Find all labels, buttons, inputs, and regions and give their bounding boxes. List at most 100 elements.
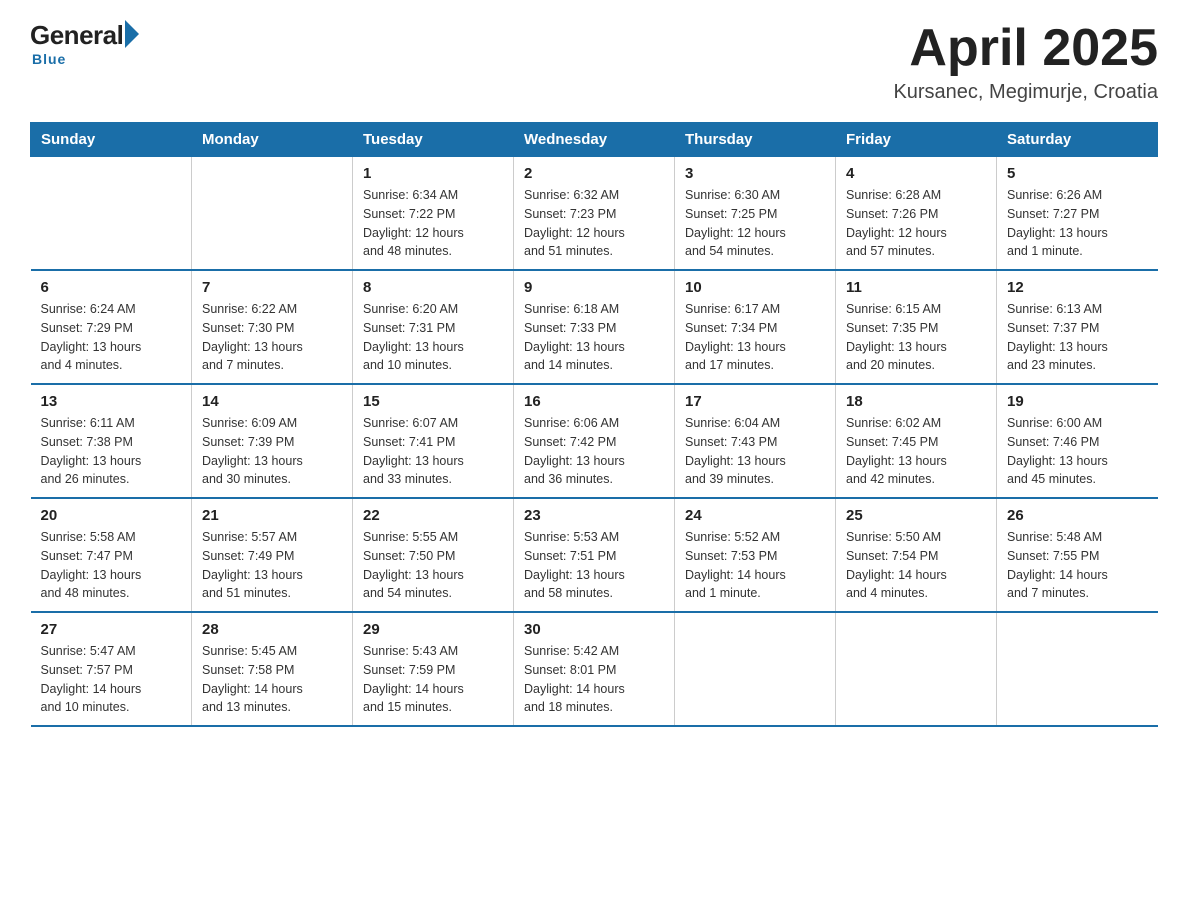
- day-number: 16: [524, 393, 664, 410]
- day-number: 6: [41, 279, 182, 296]
- day-info: Sunrise: 5:50 AM Sunset: 7:54 PM Dayligh…: [846, 528, 986, 603]
- logo: General Blue: [30, 20, 139, 67]
- day-number: 7: [202, 279, 342, 296]
- calendar-cell: 21Sunrise: 5:57 AM Sunset: 7:49 PM Dayli…: [192, 498, 353, 612]
- day-number: 25: [846, 507, 986, 524]
- day-number: 8: [363, 279, 503, 296]
- day-number: 21: [202, 507, 342, 524]
- calendar-cell: [675, 612, 836, 726]
- calendar-cell: 22 Sunrise: 5:55 AM Sunset: 7:50 PM Dayli…: [353, 498, 514, 612]
- calendar-cell: 13 Sunrise: 6:11 AM Sunset: 7:38 PM Dayli…: [31, 384, 192, 498]
- day-info: Sunrise: 6:07 AM Sunset: 7:41 PM Dayligh…: [363, 414, 503, 489]
- day-info: Sunrise: 6:32 AM Sunset: 7:23 PM Dayligh…: [524, 186, 664, 261]
- calendar-header-thursday: Thursday: [675, 123, 836, 157]
- calendar-cell: 12Sunrise: 6:13 AM Sunset: 7:37 PM Dayli…: [997, 270, 1158, 384]
- calendar-cell: 15 Sunrise: 6:07 AM Sunset: 7:41 PM Dayli…: [353, 384, 514, 498]
- day-number: 15: [363, 393, 503, 410]
- calendar-cell: 26 Sunrise: 5:48 AM Sunset: 7:55 PM Dayli…: [997, 498, 1158, 612]
- day-number: 4: [846, 165, 986, 182]
- calendar-header-saturday: Saturday: [997, 123, 1158, 157]
- logo-general-text: General: [30, 20, 123, 51]
- day-number: 12: [1007, 279, 1148, 296]
- day-info: Sunrise: 6:28 AM Sunset: 7:26 PM Dayligh…: [846, 186, 986, 261]
- calendar-cell: 29Sunrise: 5:43 AM Sunset: 7:59 PM Dayli…: [353, 612, 514, 726]
- day-info: Sunrise: 6:30 AM Sunset: 7:25 PM Dayligh…: [685, 186, 825, 261]
- day-number: 19: [1007, 393, 1148, 410]
- day-info: Sunrise: 6:15 AM Sunset: 7:35 PM Dayligh…: [846, 300, 986, 375]
- calendar-cell: 28 Sunrise: 5:45 AM Sunset: 7:58 PM Dayli…: [192, 612, 353, 726]
- day-info: Sunrise: 6:09 AM Sunset: 7:39 PM Dayligh…: [202, 414, 342, 489]
- calendar-cell: 11 Sunrise: 6:15 AM Sunset: 7:35 PM Dayli…: [836, 270, 997, 384]
- calendar-cell: 14 Sunrise: 6:09 AM Sunset: 7:39 PM Dayli…: [192, 384, 353, 498]
- calendar-header-sunday: Sunday: [31, 123, 192, 157]
- calendar-cell: 30 Sunrise: 5:42 AM Sunset: 8:01 PM Dayli…: [514, 612, 675, 726]
- day-number: 3: [685, 165, 825, 182]
- calendar-cell: 19 Sunrise: 6:00 AM Sunset: 7:46 PM Dayli…: [997, 384, 1158, 498]
- calendar-cell: 4 Sunrise: 6:28 AM Sunset: 7:26 PM Daylig…: [836, 157, 997, 271]
- calendar-cell: 17 Sunrise: 6:04 AM Sunset: 7:43 PM Dayli…: [675, 384, 836, 498]
- day-info: Sunrise: 6:34 AM Sunset: 7:22 PM Dayligh…: [363, 186, 503, 261]
- day-number: 1: [363, 165, 503, 182]
- day-info: Sunrise: 6:18 AM Sunset: 7:33 PM Dayligh…: [524, 300, 664, 375]
- day-number: 24: [685, 507, 825, 524]
- day-info: Sunrise: 5:53 AM Sunset: 7:51 PM Dayligh…: [524, 528, 664, 603]
- day-number: 17: [685, 393, 825, 410]
- calendar-cell: 24 Sunrise: 5:52 AM Sunset: 7:53 PM Dayli…: [675, 498, 836, 612]
- day-info: Sunrise: 5:43 AM Sunset: 7:59 PM Dayligh…: [363, 642, 503, 717]
- logo-triangle-icon: [125, 20, 139, 48]
- day-info: Sunrise: 5:55 AM Sunset: 7:50 PM Dayligh…: [363, 528, 503, 603]
- calendar-header-row: SundayMondayTuesdayWednesdayThursdayFrid…: [31, 123, 1158, 157]
- calendar-header-wednesday: Wednesday: [514, 123, 675, 157]
- calendar-cell: 18 Sunrise: 6:02 AM Sunset: 7:45 PM Dayli…: [836, 384, 997, 498]
- day-number: 5: [1007, 165, 1148, 182]
- day-number: 9: [524, 279, 664, 296]
- day-number: 22: [363, 507, 503, 524]
- page-header: General Blue April 2025 Kursanec, Megimu…: [30, 20, 1158, 104]
- day-number: 26: [1007, 507, 1148, 524]
- day-info: Sunrise: 5:48 AM Sunset: 7:55 PM Dayligh…: [1007, 528, 1148, 603]
- day-info: Sunrise: 6:00 AM Sunset: 7:46 PM Dayligh…: [1007, 414, 1148, 489]
- calendar-header-monday: Monday: [192, 123, 353, 157]
- day-info: Sunrise: 6:24 AM Sunset: 7:29 PM Dayligh…: [41, 300, 182, 375]
- calendar-cell: 3 Sunrise: 6:30 AM Sunset: 7:25 PM Daylig…: [675, 157, 836, 271]
- day-info: Sunrise: 6:04 AM Sunset: 7:43 PM Dayligh…: [685, 414, 825, 489]
- calendar-table: SundayMondayTuesdayWednesdayThursdayFrid…: [30, 122, 1158, 727]
- calendar-cell: 25 Sunrise: 5:50 AM Sunset: 7:54 PM Dayli…: [836, 498, 997, 612]
- day-number: 28: [202, 621, 342, 638]
- calendar-cell: 20Sunrise: 5:58 AM Sunset: 7:47 PM Dayli…: [31, 498, 192, 612]
- day-info: Sunrise: 6:22 AM Sunset: 7:30 PM Dayligh…: [202, 300, 342, 375]
- day-info: Sunrise: 5:52 AM Sunset: 7:53 PM Dayligh…: [685, 528, 825, 603]
- day-info: Sunrise: 6:11 AM Sunset: 7:38 PM Dayligh…: [41, 414, 182, 489]
- title-block: April 2025 Kursanec, Megimurje, Croatia: [893, 20, 1158, 104]
- calendar-week-row: 1 Sunrise: 6:34 AM Sunset: 7:22 PM Daylig…: [31, 157, 1158, 271]
- day-info: Sunrise: 6:02 AM Sunset: 7:45 PM Dayligh…: [846, 414, 986, 489]
- calendar-header-friday: Friday: [836, 123, 997, 157]
- calendar-cell: 8 Sunrise: 6:20 AM Sunset: 7:31 PM Daylig…: [353, 270, 514, 384]
- calendar-header-tuesday: Tuesday: [353, 123, 514, 157]
- day-number: 30: [524, 621, 664, 638]
- calendar-cell: 7 Sunrise: 6:22 AM Sunset: 7:30 PM Daylig…: [192, 270, 353, 384]
- calendar-cell: [192, 157, 353, 271]
- calendar-cell: 23Sunrise: 5:53 AM Sunset: 7:51 PM Dayli…: [514, 498, 675, 612]
- calendar-cell: 10Sunrise: 6:17 AM Sunset: 7:34 PM Dayli…: [675, 270, 836, 384]
- day-info: Sunrise: 6:06 AM Sunset: 7:42 PM Dayligh…: [524, 414, 664, 489]
- location-subtitle: Kursanec, Megimurje, Croatia: [893, 81, 1158, 104]
- calendar-cell: 1 Sunrise: 6:34 AM Sunset: 7:22 PM Daylig…: [353, 157, 514, 271]
- day-info: Sunrise: 6:20 AM Sunset: 7:31 PM Dayligh…: [363, 300, 503, 375]
- day-number: 18: [846, 393, 986, 410]
- calendar-cell: [31, 157, 192, 271]
- calendar-cell: 6 Sunrise: 6:24 AM Sunset: 7:29 PM Daylig…: [31, 270, 192, 384]
- logo-blue-text: Blue: [32, 51, 66, 67]
- day-info: Sunrise: 6:17 AM Sunset: 7:34 PM Dayligh…: [685, 300, 825, 375]
- calendar-cell: [997, 612, 1158, 726]
- calendar-cell: 16 Sunrise: 6:06 AM Sunset: 7:42 PM Dayli…: [514, 384, 675, 498]
- day-info: Sunrise: 5:45 AM Sunset: 7:58 PM Dayligh…: [202, 642, 342, 717]
- day-number: 11: [846, 279, 986, 296]
- day-info: Sunrise: 6:26 AM Sunset: 7:27 PM Dayligh…: [1007, 186, 1148, 261]
- day-info: Sunrise: 5:42 AM Sunset: 8:01 PM Dayligh…: [524, 642, 664, 717]
- month-year-title: April 2025: [893, 20, 1158, 77]
- calendar-cell: 27Sunrise: 5:47 AM Sunset: 7:57 PM Dayli…: [31, 612, 192, 726]
- day-info: Sunrise: 5:58 AM Sunset: 7:47 PM Dayligh…: [41, 528, 182, 603]
- day-number: 14: [202, 393, 342, 410]
- day-number: 13: [41, 393, 182, 410]
